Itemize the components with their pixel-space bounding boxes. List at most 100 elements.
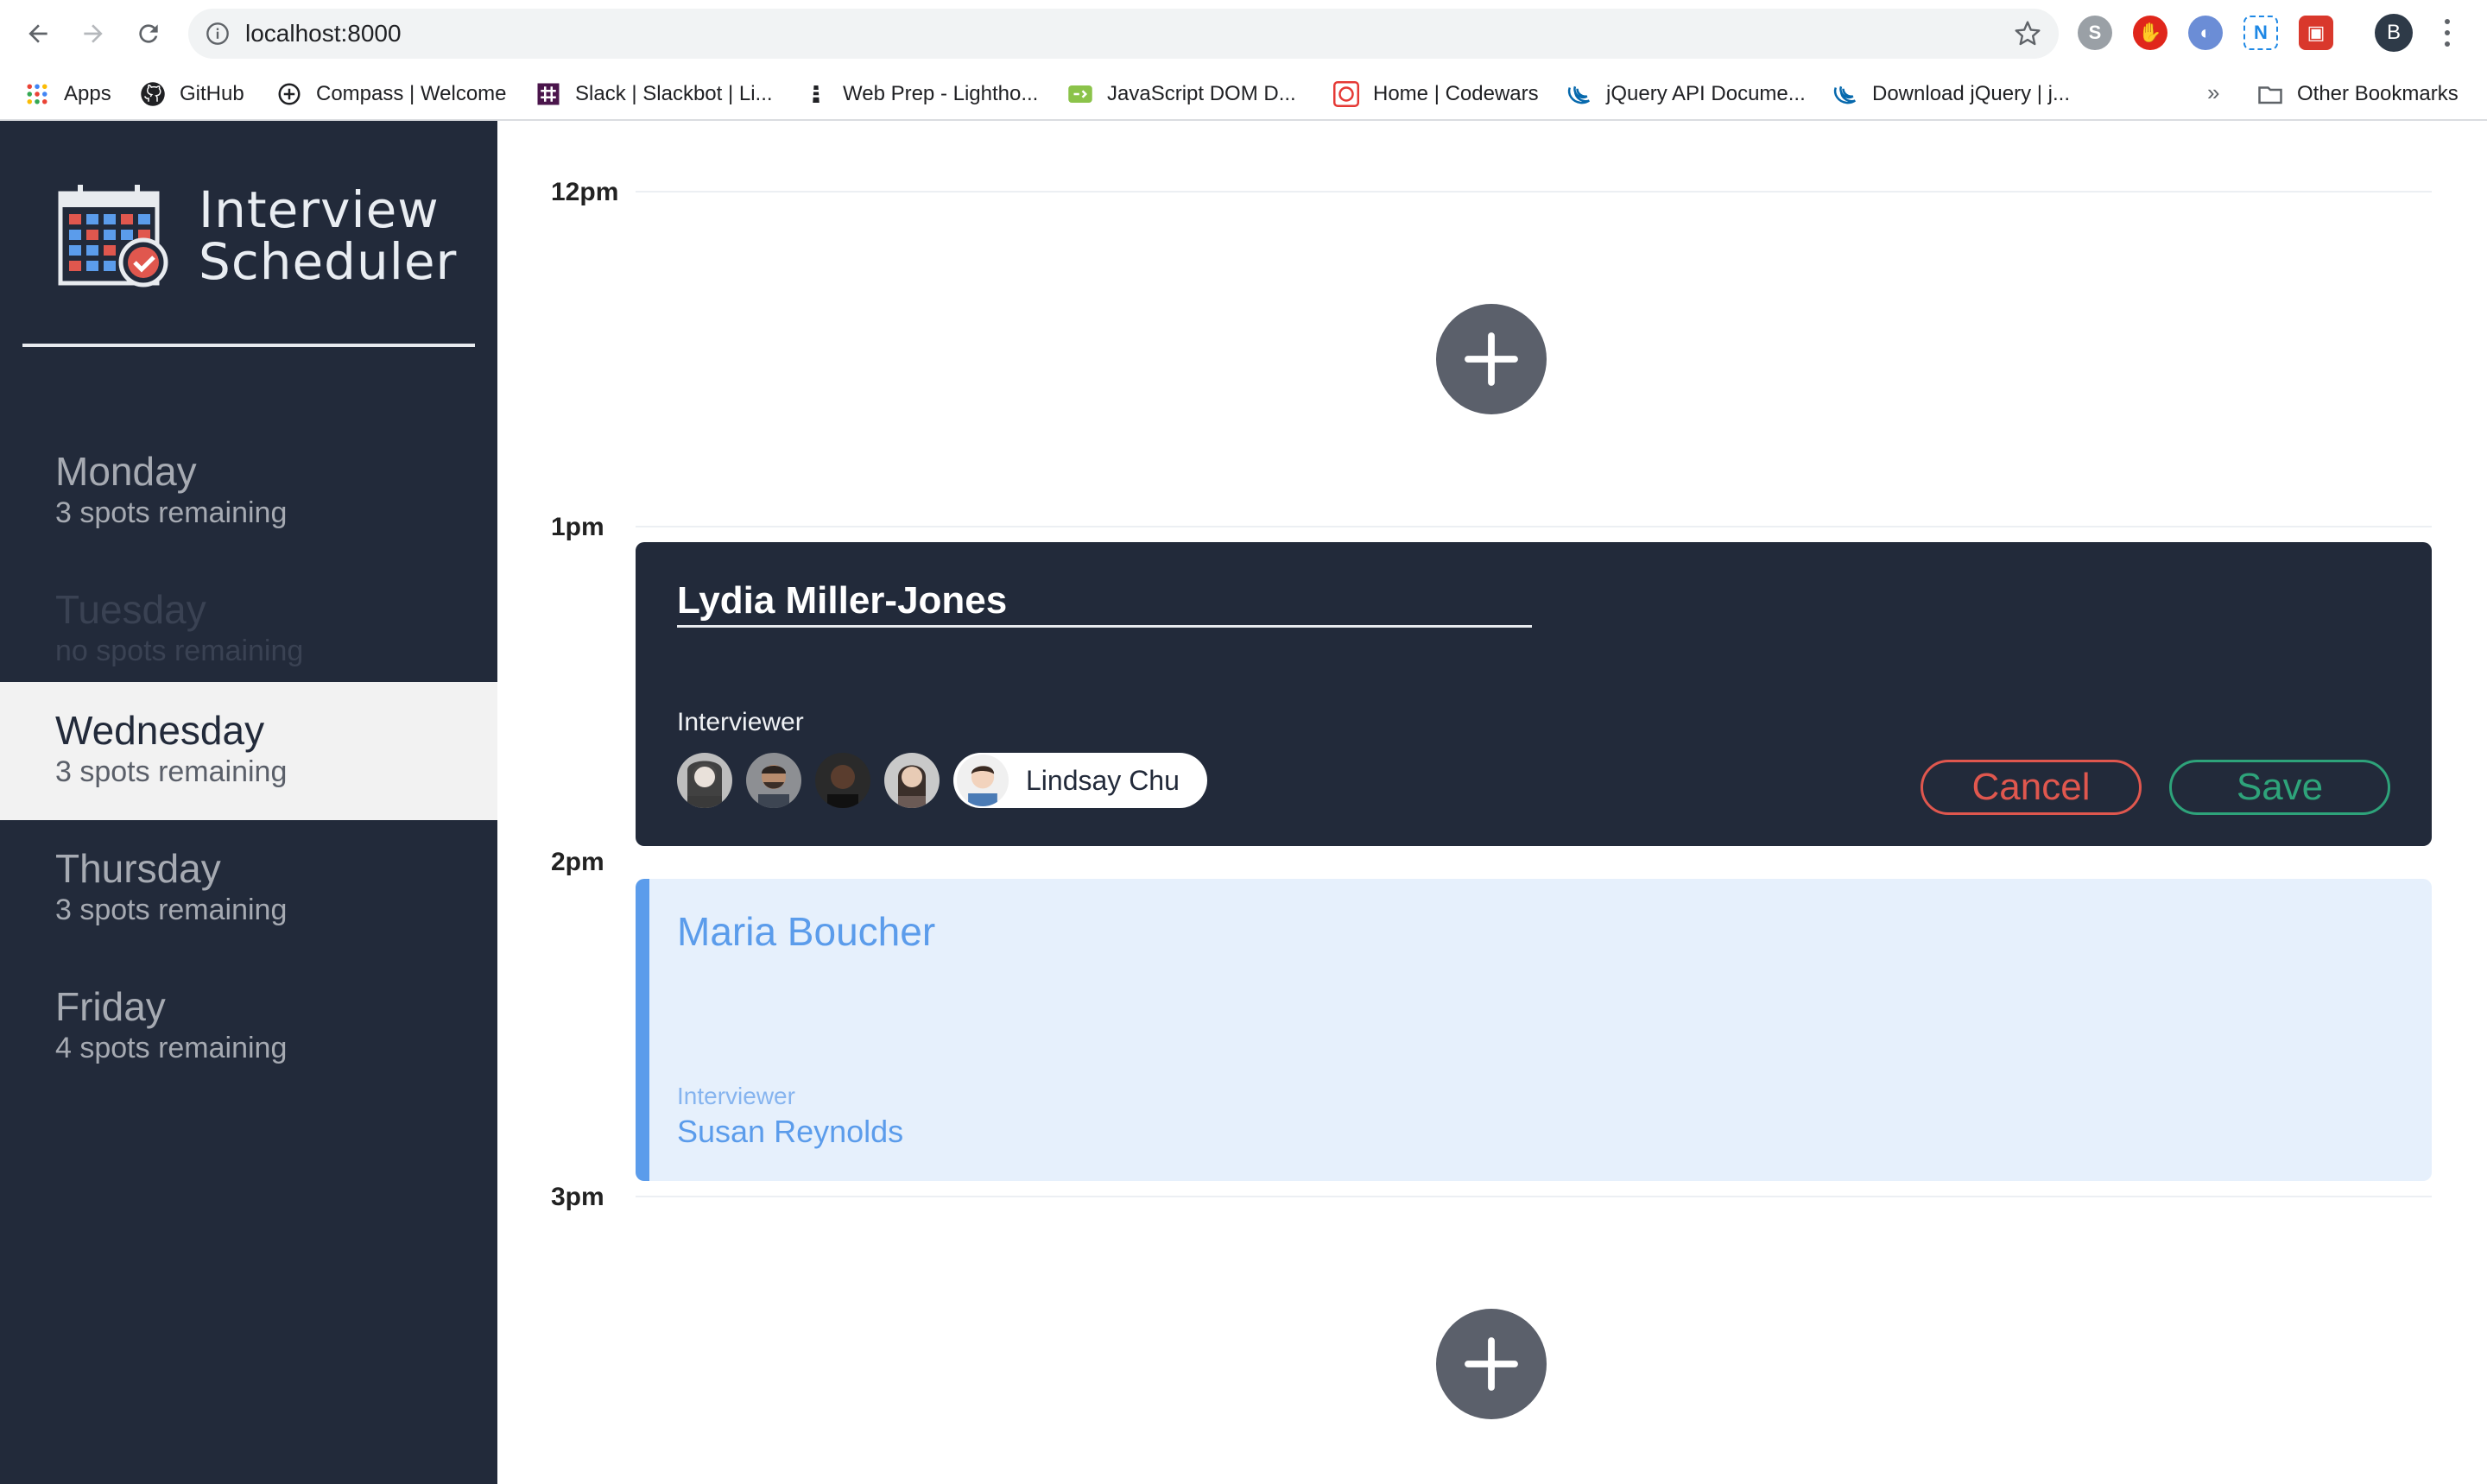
day-name: Tuesday [55,587,206,632]
bookmark-label: Web Prep - Lightho... [843,82,1039,105]
time-separator [636,1196,2432,1197]
save-button[interactable]: Save [2169,760,2390,815]
interviewer-label: Interviewer [677,708,804,736]
day-name: Wednesday [55,708,265,753]
extension-icon[interactable]: ◐ [2188,16,2223,50]
app-title-line1: Interview [199,180,440,239]
day-spots: 4 spots remaining [55,1032,288,1064]
profile-avatar[interactable]: B [2375,14,2413,52]
bookmark-label: Slack | Slackbot | Li... [575,82,773,105]
day-spots: 3 spots remaining [55,894,288,926]
browser-toolbar: localhost:8000 S ✋ ◐ N ▣ B [0,0,2487,67]
sidebar: Interview Scheduler Monday 3 spots remai… [0,121,497,1484]
codewars-icon [1333,81,1359,107]
bookmark-label: Apps [64,82,111,105]
app-title: Interview Scheduler [199,184,457,287]
sidebar-divider [22,344,475,347]
bookmark-slack[interactable]: Slack | Slackbot | Li... [535,78,773,111]
time-label-3pm: 3pm [551,1183,604,1211]
bookmark-codewars[interactable]: Home | Codewars [1333,78,1539,111]
brand-logo: Interview Scheduler [57,183,457,288]
bookmark-download-jquery[interactable]: Download jQuery | j... [1832,78,2070,111]
day-name: Thursday [55,846,221,891]
day-spots: 3 spots remaining [55,496,288,529]
time-label-1pm: 1pm [551,513,604,541]
apps-grid-icon [24,81,50,107]
back-button[interactable] [14,12,62,55]
interviewer-avatar[interactable] [746,753,801,808]
appointment-student-name: Maria Boucher [677,909,936,954]
bookmark-label: JavaScript DOM D... [1107,82,1296,105]
bookmarks-bar: Apps GitHub Compass | Welcome Slack | Sl… [0,67,2487,121]
forward-arrow-icon [84,24,103,43]
bookmark-label: GitHub [180,82,244,105]
app-title-line2: Scheduler [199,232,458,291]
reload-button[interactable] [124,12,173,55]
student-name-input[interactable]: Lydia Miller-Jones [677,577,1532,628]
bookmark-star-icon[interactable] [2014,20,2041,47]
compass-icon [276,81,302,107]
day-item-friday[interactable]: Friday 4 spots remaining [0,958,497,1096]
interviewer-avatar[interactable] [677,753,732,808]
day-name: Friday [55,984,166,1029]
time-label-12pm: 12pm [551,178,619,206]
day-item-wednesday[interactable]: Wednesday 3 spots remaining [0,682,497,820]
forward-button[interactable] [69,12,117,55]
back-arrow-icon [28,24,47,43]
bookmark-label: Download jQuery | j... [1872,82,2070,105]
appointment-interviewer-name: Susan Reynolds [677,1114,904,1149]
address-bar[interactable]: localhost:8000 [188,9,2059,59]
folder-icon [2257,81,2283,107]
reload-icon [139,24,158,43]
bookmark-compass[interactable]: Compass | Welcome [276,78,507,111]
bookmark-apps[interactable]: Apps [24,78,111,111]
day-item-tuesday[interactable]: Tuesday no spots remaining [0,561,497,699]
notion-extension-icon[interactable]: N [2243,16,2278,50]
selected-interviewer-name: Lindsay Chu [1026,764,1180,796]
jquery-icon [1566,81,1592,107]
adblock-extension-icon[interactable]: ✋ [2133,16,2167,50]
day-item-monday[interactable]: Monday 3 spots remaining [0,423,497,561]
calendar-check-icon [58,185,168,287]
info-icon[interactable] [206,22,230,46]
day-spots: 3 spots remaining [55,755,288,788]
interviewer-label: Interviewer [677,1083,795,1109]
bookmark-jquery-api[interactable]: jQuery API Docume... [1566,78,1806,111]
jquery-icon [1832,81,1858,107]
screenshot-extension-icon[interactable]: ▣ [2299,16,2333,50]
skype-extension-icon[interactable]: S [2078,16,2112,50]
url-text: localhost:8000 [245,20,402,47]
bookmark-label: Home | Codewars [1373,82,1539,105]
javascript-dom-icon [1067,81,1093,107]
selected-interviewer-chip[interactable]: Lindsay Chu [953,753,1207,808]
interviewer-avatar [955,753,1010,808]
time-label-2pm: 2pm [551,848,604,876]
interviewer-list: Lindsay Chu [677,753,1207,808]
plus-icon [1465,332,1518,386]
other-bookmarks-label: Other Bookmarks [2297,82,2459,105]
more-bookmarks-chevron-icon[interactable]: » [2207,79,2219,106]
browser-menu-icon[interactable] [2437,16,2458,50]
bookmark-javascript-dom[interactable]: JavaScript DOM D... [1067,78,1296,111]
other-bookmarks[interactable]: Other Bookmarks [2257,78,2459,111]
bookmark-web-prep[interactable]: Web Prep - Lightho... [803,78,1038,111]
bookmark-label: Compass | Welcome [316,82,507,105]
time-separator [636,191,2432,193]
day-spots: no spots remaining [55,635,304,667]
add-appointment-button[interactable] [1436,1309,1547,1419]
day-name: Monday [55,449,197,494]
slack-icon [535,81,561,107]
bookmark-label: jQuery API Docume... [1606,82,1806,105]
plus-icon [1465,1337,1518,1391]
interviewer-avatar[interactable] [884,753,940,808]
time-separator [636,526,2432,527]
day-item-thursday[interactable]: Thursday 3 spots remaining [0,820,497,958]
appointment-card[interactable]: Maria Boucher Interviewer Susan Reynolds [636,879,2432,1181]
github-icon [140,81,166,107]
cancel-button[interactable]: Cancel [1921,760,2142,815]
lighthouse-icon [803,81,829,107]
interviewer-avatar[interactable] [815,753,870,808]
appointment-form: Lydia Miller-Jones Interviewer Lindsay C… [636,542,2432,846]
add-appointment-button[interactable] [1436,304,1547,414]
bookmark-github[interactable]: GitHub [140,78,244,111]
